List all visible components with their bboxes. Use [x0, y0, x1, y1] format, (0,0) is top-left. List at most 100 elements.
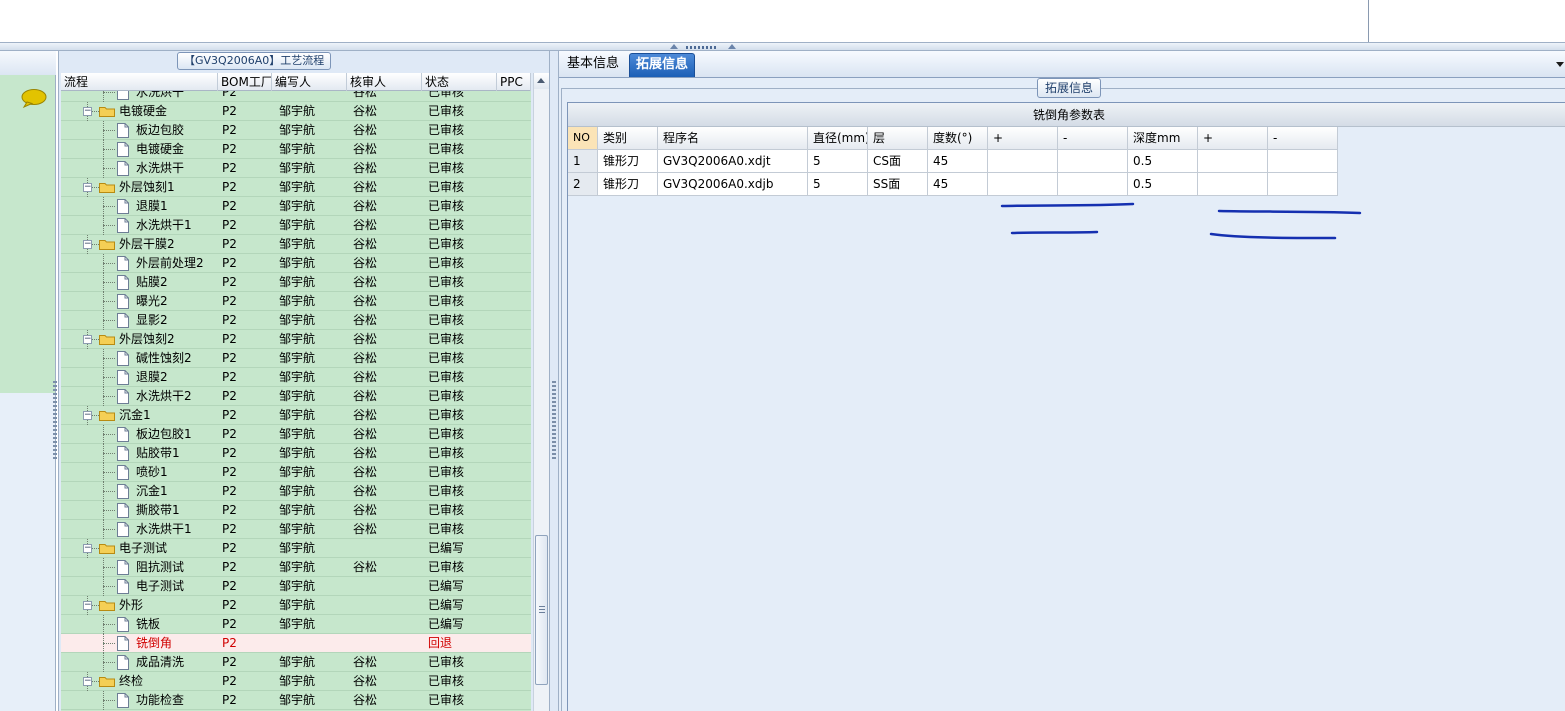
tree-node[interactable]: 成品清洗 P2 邹宇航 谷松 已审核: [61, 653, 531, 672]
splitter-arrow-icon[interactable]: [728, 44, 736, 49]
table-header-layer[interactable]: 层: [868, 127, 928, 150]
tab-basic-info[interactable]: 基本信息: [561, 53, 625, 77]
tree-node[interactable]: 阻抗测试 P2 邹宇航 谷松 已审核: [61, 558, 531, 577]
splitter-grip-icon[interactable]: [552, 381, 556, 461]
table-cell-diameter[interactable]: 5: [808, 150, 868, 173]
table-cell-depth-minus[interactable]: [1268, 150, 1338, 173]
vertical-splitter[interactable]: [550, 51, 558, 711]
tree-scrollbar[interactable]: [533, 73, 549, 711]
collapse-minus-icon[interactable]: −: [83, 107, 92, 116]
table-cell-program-name[interactable]: GV3Q2006A0.xdjb: [658, 173, 808, 196]
table-cell-angle[interactable]: 45: [928, 150, 988, 173]
column-header-ppc[interactable]: PPC: [497, 73, 531, 91]
table-header-program-name[interactable]: 程序名: [658, 127, 808, 150]
table-cell-program-name[interactable]: GV3Q2006A0.xdjt: [658, 150, 808, 173]
tree-node-folder[interactable]: − 终检 P2 邹宇航 谷松 已审核: [61, 672, 531, 691]
tree-node[interactable]: 板边包胶 P2 邹宇航 谷松 已审核: [61, 121, 531, 140]
collapse-minus-icon[interactable]: −: [83, 411, 92, 420]
cell-bom-plant: P2: [222, 313, 237, 327]
table-cell-depth[interactable]: 0.5: [1128, 150, 1198, 173]
table-cell-depth-minus[interactable]: [1268, 173, 1338, 196]
tree-node[interactable]: 电镀硬金 P2 邹宇航 谷松 已审核: [61, 140, 531, 159]
tree-node[interactable]: 水洗烘干1 P2 邹宇航 谷松 已审核: [61, 216, 531, 235]
folder-icon: [99, 677, 115, 687]
tree-node-folder[interactable]: − 电镀硬金 P2 邹宇航 谷松 已审核: [61, 102, 531, 121]
tree-node[interactable]: 铣倒角 P2 回退: [61, 634, 531, 653]
table-header-no[interactable]: NO: [568, 127, 598, 150]
collapse-minus-icon[interactable]: −: [83, 677, 92, 686]
table-cell-depth-plus[interactable]: [1198, 173, 1268, 196]
collapse-minus-icon[interactable]: −: [83, 544, 92, 553]
sidebar-grip[interactable]: [53, 381, 57, 461]
collapse-minus-icon[interactable]: −: [83, 240, 92, 249]
collapse-minus-icon[interactable]: −: [83, 183, 92, 192]
tree-node[interactable]: 水洗烘干 P2 谷松 已审核: [61, 91, 531, 102]
tree-node-folder[interactable]: − 沉金1 P2 邹宇航 谷松 已审核: [61, 406, 531, 425]
column-header-status[interactable]: 状态: [422, 73, 497, 91]
tree-connector: [103, 662, 115, 663]
tree-node[interactable]: 铣板 P2 邹宇航 已编写: [61, 615, 531, 634]
tab-extended-info[interactable]: 拓展信息: [629, 53, 696, 77]
table-header-angle[interactable]: 度数(°): [928, 127, 988, 150]
tree-node[interactable]: 碱性蚀刻2 P2 邹宇航 谷松 已审核: [61, 349, 531, 368]
table-cell-category[interactable]: 锥形刀: [598, 173, 658, 196]
tree-node[interactable]: 喷砂1 P2 邹宇航 谷松 已审核: [61, 463, 531, 482]
table-cell-no[interactable]: 2: [568, 173, 598, 196]
table-cell-depth[interactable]: 0.5: [1128, 173, 1198, 196]
table-cell-no[interactable]: 1: [568, 150, 598, 173]
collapse-minus-icon[interactable]: −: [83, 335, 92, 344]
table-header-diameter[interactable]: 直径(mm): [808, 127, 868, 150]
splitter-arrow-icon[interactable]: [670, 44, 678, 49]
scrollbar-thumb[interactable]: [535, 535, 548, 685]
tree-node-folder[interactable]: − 外层干膜2 P2 邹宇航 谷松 已审核: [61, 235, 531, 254]
table-cell-layer[interactable]: CS面: [868, 150, 928, 173]
document-icon: [117, 123, 129, 138]
tree-node[interactable]: 功能检查 P2 邹宇航 谷松 已审核: [61, 691, 531, 710]
scroll-up-arrow-icon[interactable]: [534, 73, 549, 89]
table-cell-angle-minus[interactable]: [1058, 173, 1128, 196]
tree-node[interactable]: 显影2 P2 邹宇航 谷松 已审核: [61, 311, 531, 330]
table-header-angle-minus[interactable]: -: [1058, 127, 1128, 150]
tree-node-folder[interactable]: − 外层蚀刻1 P2 邹宇航 谷松 已审核: [61, 178, 531, 197]
table-cell-angle-minus[interactable]: [1058, 150, 1128, 173]
tree-node[interactable]: 沉金1 P2 邹宇航 谷松 已审核: [61, 482, 531, 501]
document-icon: [117, 313, 129, 328]
table-header-depth-plus[interactable]: +: [1198, 127, 1268, 150]
tree-node[interactable]: 退膜2 P2 邹宇航 谷松 已审核: [61, 368, 531, 387]
tree-node-folder[interactable]: − 外形 P2 邹宇航 已编写: [61, 596, 531, 615]
tab-menu-chevron-down-icon[interactable]: [1556, 62, 1564, 67]
column-header-process[interactable]: 流程: [61, 73, 218, 91]
tree-node[interactable]: 撕胶带1 P2 邹宇航 谷松 已审核: [61, 501, 531, 520]
cell-bom-plant: P2: [222, 180, 237, 194]
table-header-depth[interactable]: 深度mm: [1128, 127, 1198, 150]
collapse-minus-icon[interactable]: −: [83, 601, 92, 610]
tree-node[interactable]: 电子测试 P2 邹宇航 已编写: [61, 577, 531, 596]
table-header-angle-plus[interactable]: +: [988, 127, 1058, 150]
table-cell-angle-plus[interactable]: [988, 173, 1058, 196]
horizontal-splitter[interactable]: [0, 42, 1565, 51]
column-header-reviewer[interactable]: 核审人: [347, 73, 422, 91]
tree-node-folder[interactable]: − 电子测试 P2 邹宇航 已编写: [61, 539, 531, 558]
speech-bubble-icon[interactable]: [20, 88, 48, 108]
table-header-category[interactable]: 类别: [598, 127, 658, 150]
tree-node[interactable]: 曝光2 P2 邹宇航 谷松 已审核: [61, 292, 531, 311]
tree-node[interactable]: 水洗烘干1 P2 邹宇航 谷松 已审核: [61, 520, 531, 539]
tree-node[interactable]: 板边包胶1 P2 邹宇航 谷松 已审核: [61, 425, 531, 444]
tree-node[interactable]: 贴膜2 P2 邹宇航 谷松 已审核: [61, 273, 531, 292]
tree-node[interactable]: 水洗烘干 P2 邹宇航 谷松 已审核: [61, 159, 531, 178]
tree-node[interactable]: 外层前处理2 P2 邹宇航 谷松 已审核: [61, 254, 531, 273]
tree-node[interactable]: 水洗烘干2 P2 邹宇航 谷松 已审核: [61, 387, 531, 406]
table-cell-diameter[interactable]: 5: [808, 173, 868, 196]
table-cell-depth-plus[interactable]: [1198, 150, 1268, 173]
column-header-bom-plant[interactable]: BOM工厂: [218, 73, 272, 91]
table-cell-layer[interactable]: SS面: [868, 173, 928, 196]
table-cell-angle[interactable]: 45: [928, 173, 988, 196]
column-header-author[interactable]: 编写人: [272, 73, 347, 91]
table-header-depth-minus[interactable]: -: [1268, 127, 1338, 150]
table-cell-category[interactable]: 锥形刀: [598, 150, 658, 173]
tree-node[interactable]: 贴胶带1 P2 邹宇航 谷松 已审核: [61, 444, 531, 463]
table-cell-angle-plus[interactable]: [988, 150, 1058, 173]
tree-node[interactable]: 退膜1 P2 邹宇航 谷松 已审核: [61, 197, 531, 216]
splitter-grip-icon[interactable]: [686, 46, 716, 49]
tree-node-folder[interactable]: − 外层蚀刻2 P2 邹宇航 谷松 已审核: [61, 330, 531, 349]
